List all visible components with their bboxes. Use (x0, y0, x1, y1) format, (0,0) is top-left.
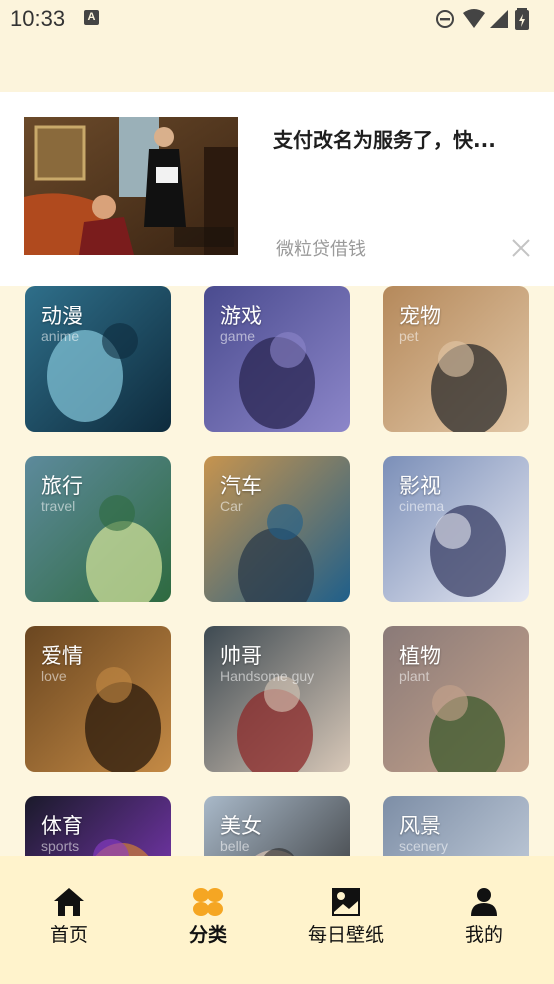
category-subtitle: belle (220, 838, 250, 854)
category-title: 体育 (41, 814, 83, 838)
category-tile-love[interactable]: 爱情 love (25, 626, 171, 772)
category-title: 影视 (399, 474, 441, 498)
category-subtitle: game (220, 328, 256, 344)
category-tile-plant[interactable]: 植物 plant (383, 626, 529, 772)
nav-profile[interactable]: 我的 (424, 886, 544, 947)
category-title: 风景 (399, 814, 441, 838)
nav-home-label: 首页 (49, 924, 88, 946)
category-title: 爱情 (41, 644, 83, 668)
category-tile-sports[interactable]: 体育 sports (25, 796, 171, 856)
category-tile-handsome-guy[interactable]: 帅哥 Handsome guy (204, 626, 350, 772)
category-subtitle: scenery (399, 838, 449, 854)
category-subtitle: Car (220, 498, 243, 514)
category-tile-cinema[interactable]: 影视 cinema (383, 456, 529, 602)
category-icon (193, 888, 223, 916)
category-tile-travel[interactable]: 旅行 travel (25, 456, 171, 602)
category-subtitle: cinema (399, 498, 445, 514)
category-tile-belle[interactable]: 美女 belle (204, 796, 350, 856)
category-title: 美女 (220, 814, 262, 838)
status-time: 10:33 (10, 6, 66, 31)
category-tile-anime[interactable]: 动漫 anime (25, 286, 171, 432)
category-subtitle: sports (41, 838, 80, 854)
a-badge-icon: A (84, 10, 99, 25)
category-title: 宠物 (399, 304, 441, 328)
ad-card[interactable]: 支付改名为服务了，快... 微粒贷借钱 (0, 92, 554, 286)
category-grid[interactable]: 动漫 anime 游戏 game 宠物 pet 旅行 travel 汽车 Car 影视 cinema 爱… (0, 286, 554, 856)
bottom-nav: 首页 分类 每日壁纸 我的 (0, 856, 554, 984)
wifi-icon (463, 9, 485, 28)
ad-thumbnail[interactable] (24, 117, 238, 255)
category-tile-game[interactable]: 游戏 game (204, 286, 350, 432)
profile-icon (471, 888, 497, 916)
category-subtitle: Handsome guy (220, 668, 315, 684)
nav-wallpaper[interactable]: 每日壁纸 (286, 886, 406, 947)
category-subtitle: pet (399, 328, 419, 344)
category-tile-pet[interactable]: 宠物 pet (383, 286, 529, 432)
nav-profile-label: 我的 (464, 924, 503, 946)
close-icon[interactable] (510, 237, 532, 259)
category-title: 汽车 (220, 474, 262, 498)
category-tile-car[interactable]: 汽车 Car (204, 456, 350, 602)
nav-wallpaper-label: 每日壁纸 (307, 924, 384, 946)
do-not-disturb-icon (436, 10, 454, 28)
nav-category[interactable]: 分类 (148, 886, 268, 947)
category-subtitle: anime (41, 328, 80, 344)
home-icon (54, 888, 84, 916)
category-tile-scenery[interactable]: 风景 scenery (383, 796, 529, 856)
category-title: 帅哥 (220, 644, 262, 668)
category-title: 游戏 (220, 304, 262, 328)
status-bar: 10:33 A (0, 0, 554, 38)
category-subtitle: plant (399, 668, 430, 684)
wallpaper-icon (332, 888, 360, 916)
ad-title[interactable]: 支付改名为服务了，快... (273, 124, 533, 153)
header-band (0, 38, 554, 92)
category-title: 旅行 (41, 474, 83, 498)
category-subtitle: love (41, 668, 67, 684)
battery-icon (515, 8, 529, 30)
ad-source: 微粒贷借钱 (276, 239, 366, 260)
nav-category-label: 分类 (188, 924, 227, 946)
nav-home[interactable]: 首页 (9, 886, 129, 947)
category-subtitle: travel (41, 498, 76, 514)
category-title: 动漫 (41, 304, 83, 328)
category-title: 植物 (399, 644, 441, 668)
signal-icon (490, 10, 508, 28)
